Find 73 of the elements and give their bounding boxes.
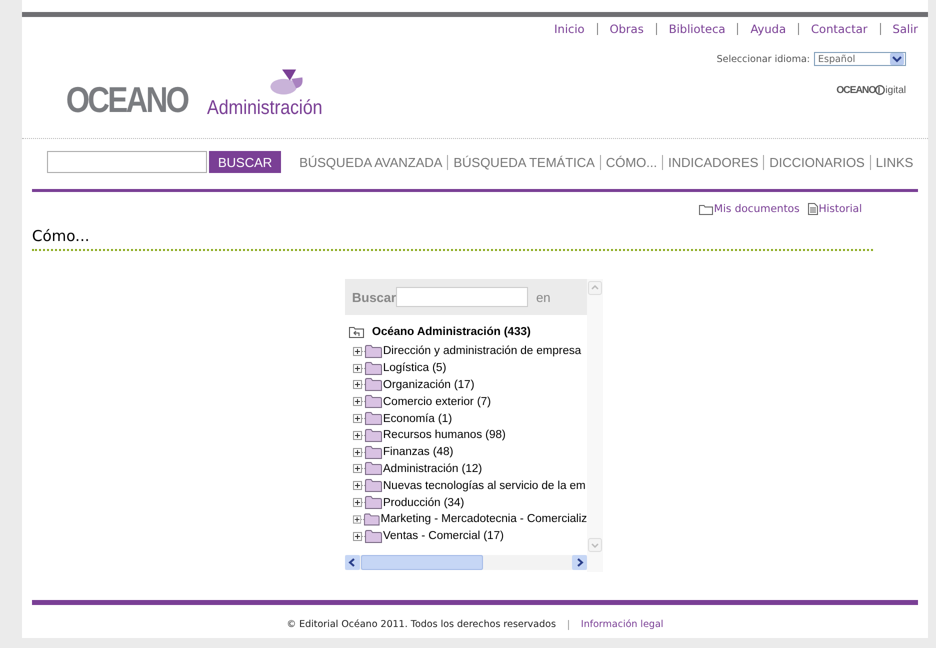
- folder-icon: [698, 204, 713, 214]
- circle-d-icon: [875, 84, 886, 96]
- nav-link[interactable]: INDICADORES: [662, 154, 764, 170]
- scroll-left-icon[interactable]: [345, 555, 360, 570]
- tree-search-field[interactable]: [396, 287, 528, 307]
- top-link[interactable]: Salir: [892, 22, 918, 36]
- expand-icon[interactable]: [353, 498, 362, 508]
- search-field[interactable]: [47, 151, 207, 173]
- expand-icon[interactable]: [353, 364, 362, 373]
- document-icon: [808, 203, 818, 215]
- search-label: Buscar: [352, 290, 396, 304]
- tree-item[interactable]: Finanzas (48): [383, 446, 454, 458]
- legal-link[interactable]: Información legal: [580, 619, 664, 630]
- folder-icon: [364, 512, 380, 526]
- dropdown-icon: [890, 53, 904, 65]
- page-title: Cómo...: [32, 227, 90, 245]
- top-link[interactable]: Obras: [610, 22, 644, 36]
- expand-icon[interactable]: [353, 346, 362, 356]
- logo-brand: OCEANO: [66, 82, 188, 118]
- top-link[interactable]: Inicio: [554, 22, 585, 36]
- nav-link[interactable]: BÚSQUEDA AVANZADA: [295, 154, 448, 170]
- expand-icon[interactable]: [353, 448, 362, 457]
- search-button[interactable]: BUSCAR: [209, 151, 282, 173]
- copyright-text: © Editorial Océano 2011. Todos los derechos reservados: [286, 619, 556, 630]
- expand-icon[interactable]: [353, 397, 362, 406]
- language-label: Seleccionar idioma:: [716, 54, 810, 64]
- tree-item[interactable]: Comercio exterior (7): [383, 396, 491, 408]
- user-link[interactable]: Mis documentos: [698, 203, 800, 215]
- folder-icon: [365, 496, 382, 510]
- tree-item[interactable]: Organización (17): [383, 378, 474, 391]
- folder-icon: [365, 395, 382, 408]
- folder-icon: [365, 428, 382, 442]
- top-link[interactable]: Contactar: [811, 22, 868, 36]
- expand-icon[interactable]: [353, 464, 362, 474]
- tree-item[interactable]: Ventas - Comercial (17): [383, 530, 504, 542]
- tree-item[interactable]: Marketing - Mercadotecnia - Comercializ: [380, 513, 587, 526]
- top-link[interactable]: Ayuda: [750, 22, 786, 36]
- expand-icon[interactable]: [353, 532, 362, 541]
- folder-icon: [365, 446, 382, 459]
- nav-link[interactable]: LINKS: [870, 154, 918, 170]
- expand-icon[interactable]: [353, 430, 362, 440]
- folder-icon: [365, 479, 382, 492]
- folder-icon: [365, 378, 382, 392]
- top-link[interactable]: Biblioteca: [668, 22, 726, 36]
- folder-icon: [365, 530, 382, 543]
- expand-icon[interactable]: [353, 481, 362, 490]
- expand-icon[interactable]: [353, 414, 362, 424]
- expand-icon[interactable]: [353, 514, 362, 524]
- tree-item[interactable]: Economía (1): [383, 412, 452, 425]
- language-select[interactable]: Español: [814, 52, 906, 66]
- folder-icon: [365, 462, 382, 476]
- horizontal-scrollbar[interactable]: [345, 555, 587, 570]
- tree-item[interactable]: Producción (34): [383, 496, 464, 509]
- folder-icon: [365, 344, 382, 358]
- tree-item[interactable]: Logística (5): [383, 362, 446, 374]
- nav-link[interactable]: CÓMO...: [600, 154, 662, 170]
- search-suffix: en: [536, 290, 551, 304]
- partner-logo-text: igital: [885, 84, 906, 96]
- user-link[interactable]: Historial: [808, 203, 862, 215]
- tree-item[interactable]: Recursos humanos (98): [383, 429, 506, 442]
- tree-item[interactable]: Nuevas tecnologías al servicio de la em: [383, 480, 586, 492]
- tree-root-label[interactable]: Océano Administración (433): [372, 326, 531, 338]
- folder-icon: [365, 362, 382, 375]
- nav-link[interactable]: DICCIONARIOS: [763, 154, 870, 170]
- expand-icon[interactable]: [353, 380, 362, 390]
- tree-item[interactable]: Administración (12): [383, 462, 482, 475]
- tree-item[interactable]: Dirección y administración de empresa: [383, 345, 582, 358]
- logo-product: Administración: [207, 98, 322, 118]
- nav-link[interactable]: BÚSQUEDA TEMÁTICA: [447, 154, 600, 170]
- partner-logo-brand: OCEANO: [836, 84, 876, 96]
- folder-icon: [365, 412, 382, 426]
- scroll-right-icon[interactable]: [572, 555, 587, 570]
- scroll-thumb[interactable]: [361, 555, 483, 570]
